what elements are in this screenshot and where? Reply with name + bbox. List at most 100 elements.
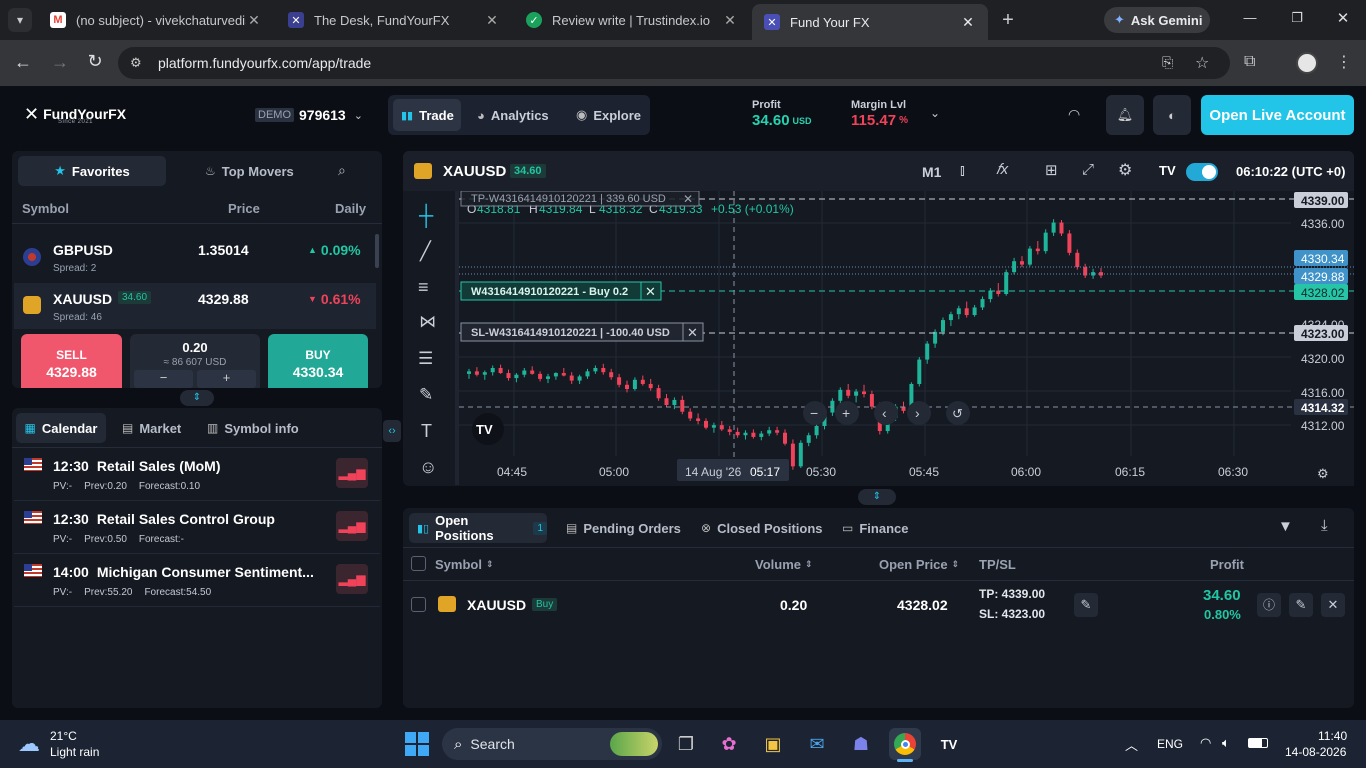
col-volume-sortable[interactable]: Volume ⇕: [755, 557, 813, 572]
volume-decrease-button[interactable]: −: [134, 370, 193, 388]
tradingview-toggle[interactable]: [1186, 163, 1218, 181]
crosshair-icon[interactable]: ┼: [419, 205, 433, 228]
collapse-toggle-icon[interactable]: ⇕: [180, 390, 214, 406]
browser-tab-trustindex[interactable]: ✓ Review write | Trustindex.io ✕: [514, 4, 750, 36]
close-window-icon[interactable]: ✕: [1333, 9, 1353, 27]
calendar-event[interactable]: 14:00 Michigan Consumer Sentiment... PV:…: [14, 554, 380, 607]
forward-icon[interactable]: →: [49, 52, 71, 73]
side-panel-toggle-icon[interactable]: ‹›: [383, 420, 401, 442]
edit-tpsl-pencil-icon[interactable]: ✎: [1074, 593, 1098, 617]
indicators-fx-icon[interactable]: 𝑓x: [996, 161, 1008, 178]
select-all-checkbox[interactable]: [411, 556, 426, 571]
install-app-icon[interactable]: ⎘: [1162, 54, 1173, 71]
calendar-event[interactable]: 12:30 Retail Sales (MoM) PV:- Prev:0.20 …: [14, 448, 380, 501]
price-chart[interactable]: 4336.00 4320.00 4316.00 4312.00 4324.00 …: [459, 191, 1354, 486]
taskbar-time[interactable]: 11:40: [1318, 729, 1347, 743]
tab-search-icon[interactable]: ▾: [8, 8, 32, 32]
close-position-x-icon[interactable]: ✕: [1321, 593, 1345, 617]
filter-icon[interactable]: ▼: [1278, 518, 1293, 535]
nav-analytics[interactable]: ◕ Analytics: [477, 99, 549, 131]
teams-icon[interactable]: ☗: [845, 728, 877, 760]
tab-symbol-info[interactable]: ▥ Symbol info: [207, 413, 299, 443]
settings-gear-icon[interactable]: ⚙: [1118, 160, 1132, 180]
store-icon[interactable]: ▣: [757, 728, 789, 760]
tab-favorites[interactable]: ★ Favorites: [18, 156, 166, 186]
notifications-bell-icon[interactable]: 🔔︎: [1106, 95, 1144, 135]
site-info-icon[interactable]: ⚙: [130, 55, 142, 71]
close-tab-icon[interactable]: ✕: [960, 14, 976, 31]
horizontal-lines-icon[interactable]: ≡: [418, 277, 429, 298]
profile-avatar[interactable]: [1296, 52, 1318, 74]
emoji-icon[interactable]: ☺: [419, 457, 437, 478]
buy-button[interactable]: BUY 4330.34: [268, 334, 368, 388]
close-tab-icon[interactable]: ✕: [484, 12, 500, 29]
nav-trade[interactable]: ▮▮ Trade: [393, 99, 461, 131]
brush-icon[interactable]: ✎: [419, 385, 433, 405]
sell-button[interactable]: SELL 4329.88: [21, 334, 122, 388]
taskbar-date[interactable]: 14-08-2026: [1285, 745, 1346, 759]
col-symbol-sortable[interactable]: Symbol ⇕: [435, 557, 494, 572]
chart-symbol[interactable]: XAUUSD: [443, 163, 506, 180]
trend-line-icon[interactable]: ╱: [420, 241, 431, 262]
row-checkbox[interactable]: [411, 597, 426, 612]
tab-market[interactable]: ▤ Market: [122, 413, 181, 443]
resize-toggle-icon[interactable]: ⇕: [858, 489, 896, 505]
extensions-icon[interactable]: ⧉: [1244, 53, 1255, 71]
volume-icon[interactable]: 🔈︎: [1222, 735, 1230, 751]
calendar-event[interactable]: 12:30 Retail Sales Control Group PV:- Pr…: [14, 501, 380, 554]
browser-tab-desk[interactable]: ✕ The Desk, FundYourFX ✕: [276, 4, 512, 36]
wifi-icon[interactable]: ◠: [1200, 735, 1211, 751]
tab-closed-positions[interactable]: ⊗ Closed Positions: [701, 513, 823, 543]
outlook-icon[interactable]: ✉: [801, 728, 833, 760]
watchlist-row-gbpusd[interactable]: GBPUSD Spread: 2 1.35014 ▲ 0.09%: [14, 234, 372, 280]
download-icon[interactable]: ⤓: [1321, 517, 1328, 534]
browser-tab-gmail[interactable]: M (no subject) - vivekchaturvedi5 ✕: [38, 4, 274, 36]
chrome-icon[interactable]: [889, 728, 921, 760]
battery-icon[interactable]: [1248, 738, 1268, 748]
bookmark-star-icon[interactable]: ☆: [1195, 53, 1209, 73]
tab-finance[interactable]: ▭ Finance: [842, 513, 908, 543]
ask-gemini-button[interactable]: ✦ Ask Gemini: [1104, 7, 1210, 33]
pattern-icon[interactable]: ⋈: [419, 312, 436, 332]
back-icon[interactable]: ←: [12, 52, 34, 73]
open-live-account-button[interactable]: Open Live Account: [1201, 95, 1354, 135]
close-tp-icon[interactable]: ✕: [683, 192, 693, 206]
address-bar[interactable]: ⚙ platform.fundyourfx.com/app/trade ⎘ ☆: [118, 47, 1230, 79]
volume-increase-button[interactable]: +: [197, 370, 256, 388]
start-windows-icon[interactable]: [405, 732, 429, 756]
chart-settings-icon[interactable]: ⚙: [1317, 466, 1329, 481]
taskbar-search[interactable]: ⌕ Search: [442, 728, 662, 760]
show-hidden-icons-icon[interactable]: ︿: [1125, 735, 1138, 754]
edit-position-pencil-icon[interactable]: ✎: [1289, 593, 1313, 617]
copilot-icon[interactable]: ✿: [713, 728, 745, 760]
tab-open-positions[interactable]: ▮▯ Open Positions 1: [409, 513, 547, 543]
account-stats-chevron-icon[interactable]: ⌄: [930, 106, 940, 120]
browser-tab-fundyourfx[interactable]: ✕ Fund Your FX ✕: [752, 4, 988, 40]
tab-calendar[interactable]: ▦ Calendar: [16, 413, 106, 443]
tab-pending-orders[interactable]: ▤ Pending Orders: [566, 513, 681, 543]
tab-top-movers[interactable]: ♨ Top Movers: [205, 156, 294, 186]
position-order-label[interactable]: W4316414910120221 - Buy 0.2 ✕: [460, 281, 662, 301]
info-icon[interactable]: ⓘ: [1257, 593, 1281, 617]
language-indicator[interactable]: ENG: [1157, 737, 1183, 751]
text-tool-icon[interactable]: T: [421, 421, 432, 442]
user-profile-icon[interactable]: ◐: [1153, 95, 1191, 135]
close-position-icon[interactable]: ✕: [645, 284, 656, 299]
col-open-price-sortable[interactable]: Open Price ⇕: [879, 557, 959, 572]
watchlist-scrollbar[interactable]: [375, 234, 379, 268]
close-sl-icon[interactable]: ✕: [687, 325, 698, 340]
tp-order-label[interactable]: TP-W4316414910120221 | 339.60 USD ✕: [460, 191, 700, 207]
timeframe-selector[interactable]: M1: [922, 164, 941, 180]
watchlist-row-xauusd[interactable]: XAUUSD 34.60 Spread: 46 4329.88 ▼ 0.61%: [14, 283, 376, 329]
browser-menu-icon[interactable]: ⋮: [1336, 52, 1352, 72]
tradingview-app-icon[interactable]: TV: [933, 728, 965, 760]
fib-levels-icon[interactable]: ☰: [418, 349, 433, 369]
sl-order-label[interactable]: SL-W4316414910120221 | -100.40 USD ✕: [460, 322, 704, 342]
close-tab-icon[interactable]: ✕: [246, 12, 262, 29]
candle-type-icon[interactable]: ⫾: [960, 162, 965, 179]
search-icon[interactable]: ⌕: [338, 162, 346, 179]
layout-grid-icon[interactable]: ⊞: [1045, 161, 1058, 179]
fullscreen-icon[interactable]: ⤢: [1082, 161, 1094, 178]
minimize-icon[interactable]: —: [1240, 10, 1260, 25]
task-view-icon[interactable]: ❐: [670, 728, 702, 760]
